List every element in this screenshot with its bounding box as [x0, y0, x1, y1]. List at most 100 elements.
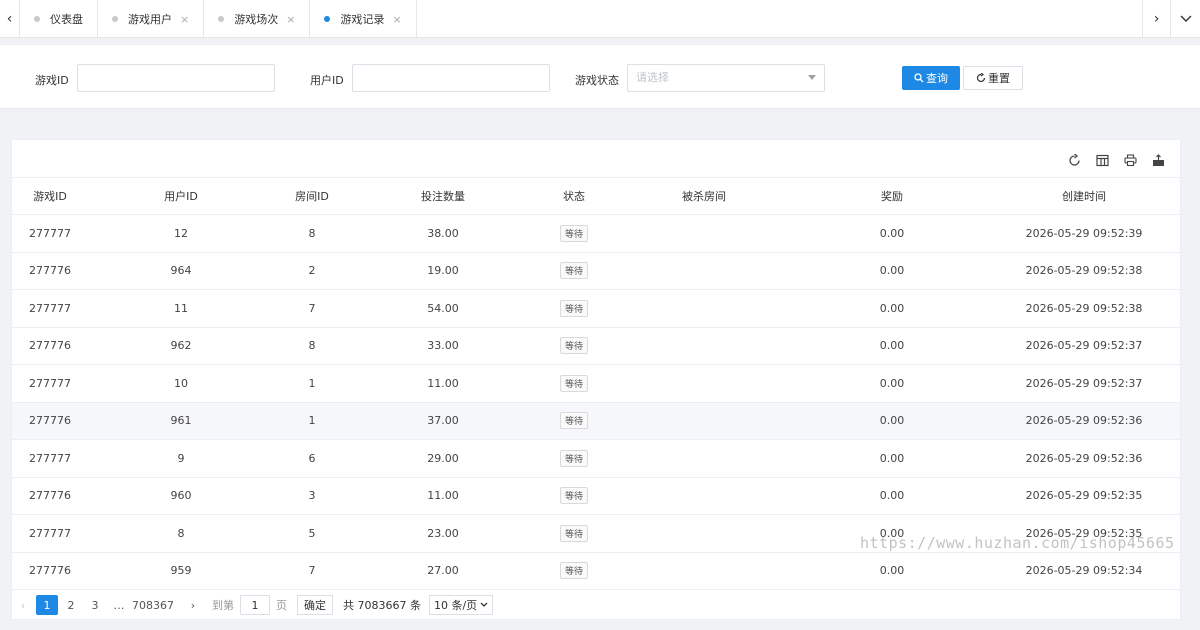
watermark-text: https://www.huzhan.com/ishop45665 — [860, 534, 1175, 552]
status-badge: 等待 — [559, 487, 588, 505]
tabs-scroll-left-icon[interactable]: ‹ — [0, 0, 20, 38]
close-icon[interactable]: × — [286, 13, 295, 26]
goto-page-input[interactable]: 1 — [240, 595, 270, 615]
cell-killed-room — [612, 403, 796, 440]
cell-user-id: 10 — [174, 376, 188, 390]
cell-user-id: 11 — [174, 301, 188, 315]
tabs-scroll-right-icon[interactable]: › — [1142, 0, 1170, 38]
print-icon[interactable] — [1122, 152, 1138, 168]
page-1[interactable]: 1 — [36, 595, 58, 615]
cell-status: 等待 — [536, 365, 612, 402]
page-size-value: 10 条/页 — [433, 599, 478, 612]
table-row[interactable]: 277776 960 3 11.00 等待 0.00 2026-05-29 09:52:35 — [12, 478, 1180, 515]
cell-game-id: 277777 — [29, 526, 71, 540]
table-row[interactable]: 277777 12 8 38.00 等待 0.00 2026-05-29 09:52:39 — [12, 215, 1180, 253]
cell-reward: 0.00 — [879, 489, 905, 503]
cell-game-id: 277777 — [29, 376, 71, 390]
cell-room-id: 7 — [308, 301, 316, 315]
cell-bet-amount: 27.00 — [427, 564, 459, 578]
column-header[interactable]: 用户ID — [88, 178, 274, 214]
cell-room-id: 8 — [308, 226, 316, 240]
cell-bet-amount: 11.00 — [427, 489, 459, 503]
cell-game-id: 277776 — [29, 564, 71, 578]
cell-game-id: 277777 — [29, 301, 71, 315]
column-header[interactable]: 投注数量 — [350, 178, 536, 214]
cell-reward: 0.00 — [879, 339, 905, 353]
cell-killed-room — [612, 290, 796, 327]
table-row[interactable]: 277777 9 6 29.00 等待 0.00 2026-05-29 09:52:36 — [12, 440, 1180, 478]
cell-game-id: 277776 — [29, 414, 71, 428]
cell-status: 等待 — [536, 515, 612, 552]
close-icon[interactable]: × — [180, 13, 189, 26]
last-page[interactable]: 708367 — [132, 595, 174, 615]
export-icon[interactable] — [1150, 152, 1166, 168]
cell-game-id: 277777 — [29, 226, 71, 240]
cell-created-time: 2026-05-29 09:52:37 — [1025, 339, 1143, 353]
cell-user-id: 962 — [170, 339, 192, 353]
cell-bet-amount: 29.00 — [427, 451, 459, 465]
column-header[interactable]: 创建时间 — [988, 178, 1180, 214]
goto-confirm-button[interactable]: 确定 — [297, 595, 333, 615]
page-ellipsis[interactable]: … — [108, 595, 130, 615]
tab-dashboard[interactable]: 仪表盘 — [20, 0, 98, 38]
tab-label: 游戏用户 — [128, 13, 172, 26]
cell-user-id: 12 — [174, 226, 188, 240]
game-id-label: 游戏ID — [35, 74, 69, 87]
cell-status: 等待 — [536, 440, 612, 477]
cell-killed-room — [612, 478, 796, 515]
column-header[interactable]: 游戏ID — [12, 178, 88, 214]
status-badge: 等待 — [559, 412, 588, 430]
tab-game-records[interactable]: 游戏记录 × — [310, 0, 417, 38]
game-status-label: 游戏状态 — [575, 74, 619, 87]
page-size-select[interactable]: 10 条/页 — [428, 595, 494, 615]
reset-icon — [976, 73, 986, 83]
query-button[interactable]: 查询 — [902, 66, 960, 90]
tab-label: 仪表盘 — [50, 13, 83, 26]
page-2[interactable]: 2 — [60, 595, 82, 615]
close-icon[interactable]: × — [392, 13, 401, 26]
reset-button[interactable]: 重置 — [963, 66, 1023, 90]
column-header[interactable]: 房间ID — [274, 178, 350, 214]
user-id-input[interactable] — [352, 64, 550, 92]
status-badge: 等待 — [559, 449, 588, 467]
cell-bet-amount: 54.00 — [427, 301, 459, 315]
status-badge: 等待 — [559, 374, 588, 392]
cell-reward: 0.00 — [879, 226, 905, 240]
cell-reward: 0.00 — [879, 564, 905, 578]
tabs-menu-icon[interactable] — [1170, 0, 1200, 38]
cell-status: 等待 — [536, 553, 612, 590]
columns-icon[interactable] — [1094, 152, 1110, 168]
caret-down-icon — [808, 75, 816, 80]
table-row[interactable]: 277776 961 1 37.00 等待 0.00 2026-05-29 09:52:36 — [12, 402, 1180, 440]
tab-game-users[interactable]: 游戏用户 × — [98, 0, 205, 38]
table-row[interactable]: 277777 10 1 11.00 等待 0.00 2026-05-29 09:52:37 — [12, 365, 1180, 403]
cell-status: 等待 — [536, 403, 612, 440]
status-badge: 等待 — [559, 337, 588, 355]
column-header[interactable]: 奖励 — [796, 178, 988, 214]
tab-label: 游戏记录 — [340, 13, 385, 26]
refresh-icon[interactable] — [1066, 152, 1082, 168]
page-3[interactable]: 3 — [84, 595, 106, 615]
cell-bet-amount: 19.00 — [427, 264, 459, 278]
column-header[interactable]: 状态 — [536, 178, 612, 214]
game-id-input[interactable] — [77, 64, 275, 92]
tab-dot-icon — [218, 16, 225, 22]
table-row[interactable]: 277776 959 7 27.00 等待 0.00 2026-05-29 09:52:34 — [12, 553, 1180, 590]
cell-created-time: 2026-05-29 09:52:36 — [1025, 451, 1143, 465]
status-badge: 等待 — [559, 562, 588, 580]
prev-page-icon[interactable]: ‹ — [12, 595, 34, 615]
table-row[interactable]: 277777 11 7 54.00 等待 0.00 2026-05-29 09:52:38 — [12, 290, 1180, 328]
cell-created-time: 2026-05-29 09:52:34 — [1025, 564, 1143, 578]
next-page-icon[interactable]: › — [182, 595, 204, 615]
table-row[interactable]: 277776 964 2 19.00 等待 0.00 2026-05-29 09:52:38 — [12, 253, 1180, 290]
select-placeholder: 请选择 — [636, 71, 669, 84]
table-row[interactable]: 277776 962 8 33.00 等待 0.00 2026-05-29 09:52:37 — [12, 328, 1180, 365]
column-header[interactable]: 被杀房间 — [612, 178, 796, 214]
cell-created-time: 2026-05-29 09:52:35 — [1025, 489, 1143, 503]
tab-game-sessions[interactable]: 游戏场次 × — [204, 0, 311, 38]
cell-killed-room — [612, 253, 796, 290]
game-status-select[interactable]: 请选择 — [627, 64, 825, 92]
page-unit-label: 页 — [276, 599, 287, 612]
user-id-label: 用户ID — [310, 74, 344, 87]
cell-created-time: 2026-05-29 09:52:38 — [1025, 301, 1143, 315]
